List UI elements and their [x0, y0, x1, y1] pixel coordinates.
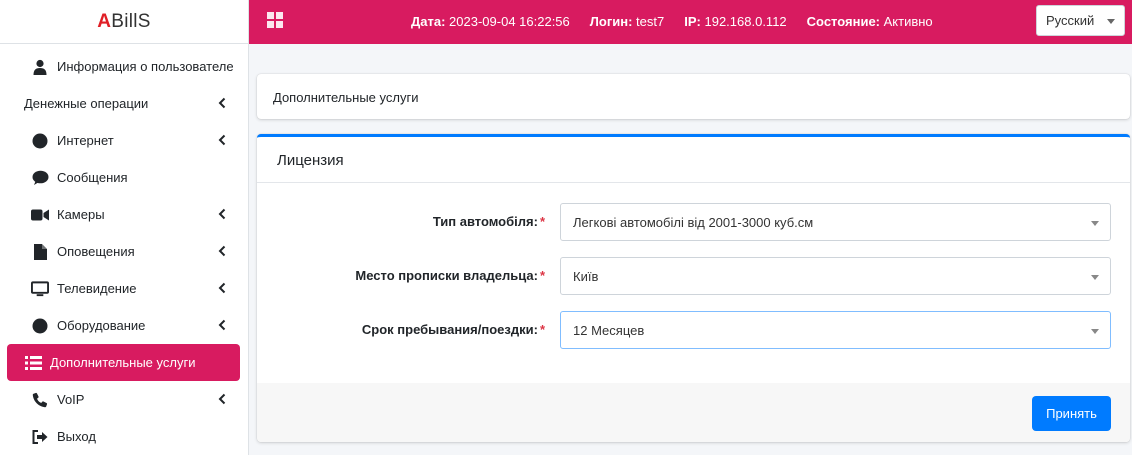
caret-down-icon	[1107, 19, 1115, 24]
section-title: Дополнительные услуги	[273, 90, 419, 105]
form-row-stay-duration: Срок пребывания/поездки: * 12 Месяцев	[257, 311, 1130, 349]
vehicle-type-value: Легкові автомобілі від 2001-3000 куб.см	[573, 215, 814, 230]
sidebar-item-equipment[interactable]: Оборудование	[7, 307, 240, 344]
chevron-left-icon	[218, 134, 226, 146]
session-info: Дата: 2023-09-04 16:22:56 Логин: test7 I…	[411, 14, 933, 29]
sidebar-item-label: Сообщения	[57, 170, 128, 185]
sidebar-item-extra-services[interactable]: Дополнительные услуги	[7, 344, 240, 381]
license-card-header: Лицензия	[257, 137, 1130, 183]
circle-icon	[31, 317, 49, 335]
accept-button[interactable]: Принять	[1032, 396, 1111, 431]
sidebar: A BillS Информация о пользователе Денежны…	[0, 0, 249, 455]
registration-place-value: Київ	[573, 269, 599, 284]
sidebar-item-money[interactable]: Денежные операции	[7, 85, 240, 122]
section-title-card: Дополнительные услуги	[257, 74, 1130, 119]
sidebar-item-label: Телевидение	[57, 281, 137, 296]
sidebar-item-label: Оповещения	[57, 244, 135, 259]
chevron-left-icon	[218, 282, 226, 294]
sidebar-item-tv[interactable]: Телевидение	[7, 270, 240, 307]
form-row-registration-place: Место прописки владельца: * Київ	[257, 257, 1130, 295]
sidebar-menu: Информация о пользователе Денежные опера…	[0, 44, 248, 455]
stay-duration-value: 12 Месяцев	[573, 323, 645, 338]
license-title: Лицензия	[277, 152, 344, 169]
sidebar-item-user-info[interactable]: Информация о пользователе	[7, 48, 240, 85]
user-icon	[31, 58, 49, 76]
sidebar-item-label: VoIP	[57, 392, 85, 407]
phone-icon	[31, 391, 49, 409]
sidebar-item-label: Дополнительные услуги	[50, 355, 196, 370]
license-card-footer: Принять	[257, 383, 1130, 442]
registration-place-select[interactable]: Київ	[560, 257, 1111, 295]
sidebar-item-label: Камеры	[57, 207, 105, 222]
tv-icon	[31, 280, 49, 298]
sidebar-item-notifications[interactable]: Оповещения	[7, 233, 240, 270]
form-row-vehicle-type: Тип автомобіля: * Легкові автомобілі від …	[257, 203, 1130, 241]
stay-duration-select[interactable]: 12 Месяцев	[560, 311, 1111, 349]
sign-out-icon	[31, 428, 49, 446]
state-info: Состояние: Активно	[806, 14, 933, 29]
brand-rest: BillS	[111, 10, 151, 32]
ip-info: IP: 192.168.0.112	[684, 14, 787, 29]
caret-down-icon	[1091, 329, 1099, 334]
list-icon	[24, 354, 42, 372]
vehicle-type-label: Тип автомобіля: *	[432, 214, 545, 229]
sidebar-item-label: Информация о пользователе	[57, 59, 234, 74]
sidebar-item-cameras[interactable]: Камеры	[7, 196, 240, 233]
sidebar-item-messages[interactable]: Сообщения	[7, 159, 240, 196]
brand-accent: A	[97, 10, 112, 32]
date-info: Дата: 2023-09-04 16:22:56	[411, 14, 570, 29]
grid-icon[interactable]	[267, 12, 283, 28]
caret-down-icon	[1091, 221, 1099, 226]
chevron-left-icon	[218, 393, 226, 405]
file-icon	[31, 243, 49, 261]
chevron-left-icon	[218, 97, 226, 109]
sidebar-item-voip[interactable]: VoIP	[7, 381, 240, 418]
sidebar-item-label: Оборудование	[57, 318, 146, 333]
license-card: Лицензия Тип автомобіля: * Легкові автомо…	[257, 134, 1130, 442]
caret-down-icon	[1091, 275, 1099, 280]
chevron-left-icon	[218, 245, 226, 257]
chevron-left-icon	[218, 208, 226, 220]
vehicle-type-select[interactable]: Легкові автомобілі від 2001-3000 куб.см	[560, 203, 1111, 241]
top-navbar: Дата: 2023-09-04 16:22:56 Логин: test7 I…	[249, 0, 1132, 44]
chevron-left-icon	[218, 319, 226, 331]
circle-icon	[31, 132, 49, 150]
sidebar-item-logout[interactable]: Выход	[7, 418, 240, 455]
sidebar-item-label: Выход	[57, 429, 96, 444]
video-icon	[31, 206, 49, 224]
sidebar-item-internet[interactable]: Интернет	[7, 122, 240, 159]
sidebar-item-label: Денежные операции	[24, 96, 149, 111]
language-select[interactable]: Русский	[1036, 5, 1125, 36]
comment-icon	[31, 169, 49, 187]
sidebar-item-label: Интернет	[57, 133, 114, 148]
login-info: Логин: test7	[589, 14, 665, 29]
stay-duration-label: Срок пребывания/поездки: *	[361, 322, 545, 337]
language-select-value: Русский	[1046, 13, 1095, 28]
registration-place-label: Место прописки владельца: *	[355, 268, 545, 283]
brand-logo[interactable]: A BillS	[0, 0, 248, 44]
